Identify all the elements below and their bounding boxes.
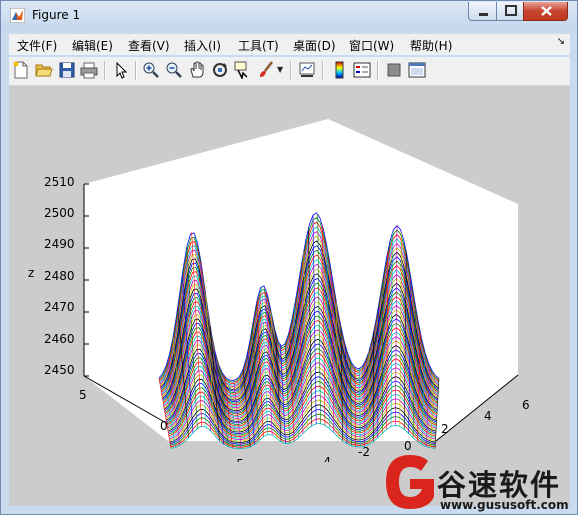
dock-arrow-icon[interactable]: ↘ bbox=[557, 36, 565, 47]
watermark-url: www.gususoft.com bbox=[440, 498, 569, 512]
x-tick-label: -4 bbox=[319, 455, 331, 462]
toolbar-separator bbox=[290, 61, 292, 80]
z-tick-label: 2510 bbox=[44, 175, 75, 189]
menu-help[interactable]: 帮助(H) bbox=[410, 37, 452, 54]
rotate-3d-icon[interactable] bbox=[211, 61, 229, 79]
figure-window: Figure 1 文件(F) 编辑(E) 查看(V) 插入(I) 工具(T) 桌… bbox=[0, 0, 578, 515]
brush-dropdown-icon[interactable]: ▼ bbox=[277, 65, 283, 74]
mesh-plot[interactable]: z y 2510 2500 2490 2480 2470 2460 2450 5… bbox=[9, 86, 570, 462]
menu-bar: 文件(F) 编辑(E) 查看(V) 插入(I) 工具(T) 桌面(D) 窗口(W… bbox=[9, 34, 570, 55]
z-tick-label: 2480 bbox=[44, 269, 75, 283]
link-plot-icon[interactable] bbox=[298, 61, 316, 79]
y-tick-label: 5 bbox=[79, 388, 87, 402]
z-tick-label: 2500 bbox=[44, 206, 75, 220]
new-figure-icon[interactable] bbox=[12, 61, 30, 79]
close-icon bbox=[541, 6, 552, 16]
z-tick-label: 2450 bbox=[44, 363, 75, 377]
z-tick-label: 2460 bbox=[44, 332, 75, 346]
show-plot-tools-icon[interactable] bbox=[408, 61, 426, 79]
maximize-button[interactable] bbox=[496, 2, 524, 21]
colorbar-icon[interactable] bbox=[330, 61, 348, 79]
zoom-out-icon[interactable] bbox=[165, 61, 183, 79]
watermark-logo-icon bbox=[386, 455, 434, 509]
open-file-icon[interactable] bbox=[35, 61, 53, 79]
hide-plot-tools-icon[interactable] bbox=[385, 61, 403, 79]
z-tick-label: 2470 bbox=[44, 300, 75, 314]
menu-insert[interactable]: 插入(I) bbox=[184, 37, 221, 54]
minimize-icon bbox=[479, 13, 488, 16]
y-tick-label: 0 bbox=[160, 419, 168, 433]
minimize-button[interactable] bbox=[468, 2, 497, 21]
menu-view[interactable]: 查看(V) bbox=[128, 37, 170, 54]
menu-tools[interactable]: 工具(T) bbox=[238, 37, 279, 54]
menu-edit[interactable]: 编辑(E) bbox=[72, 37, 113, 54]
legend-icon[interactable] bbox=[353, 61, 371, 79]
x-tick-label: 2 bbox=[441, 422, 449, 436]
brush-icon[interactable] bbox=[257, 61, 275, 79]
menu-desktop[interactable]: 桌面(D) bbox=[293, 37, 336, 54]
z-tick-label: 2490 bbox=[44, 237, 75, 251]
toolbar-separator bbox=[322, 61, 324, 80]
title-bar[interactable]: Figure 1 bbox=[1, 1, 577, 31]
edit-plot-icon[interactable] bbox=[112, 61, 130, 79]
figure-canvas[interactable]: z y 2510 2500 2490 2480 2470 2460 2450 5… bbox=[9, 86, 570, 462]
print-icon[interactable] bbox=[80, 61, 98, 79]
x-tick-label: -2 bbox=[358, 445, 370, 459]
data-cursor-icon[interactable] bbox=[234, 61, 252, 79]
save-icon[interactable] bbox=[58, 61, 76, 79]
x-tick-label: 6 bbox=[522, 398, 530, 412]
menu-window[interactable]: 窗口(W) bbox=[349, 37, 394, 54]
maximize-icon bbox=[505, 5, 517, 16]
toolbar-separator bbox=[135, 61, 137, 80]
zoom-in-icon[interactable] bbox=[142, 61, 160, 79]
pan-icon[interactable] bbox=[188, 61, 206, 79]
toolbar-separator bbox=[377, 61, 379, 80]
window-title: Figure 1 bbox=[32, 8, 81, 22]
menu-file[interactable]: 文件(F) bbox=[17, 37, 57, 54]
z-axis-label: z bbox=[28, 266, 34, 280]
toolbar: ▼ bbox=[9, 57, 570, 86]
toolbar-separator bbox=[104, 61, 106, 80]
matlab-logo-icon bbox=[10, 8, 25, 23]
x-tick-label: 0 bbox=[404, 439, 412, 453]
x-tick-label: 4 bbox=[484, 409, 492, 423]
close-button[interactable] bbox=[523, 2, 568, 21]
